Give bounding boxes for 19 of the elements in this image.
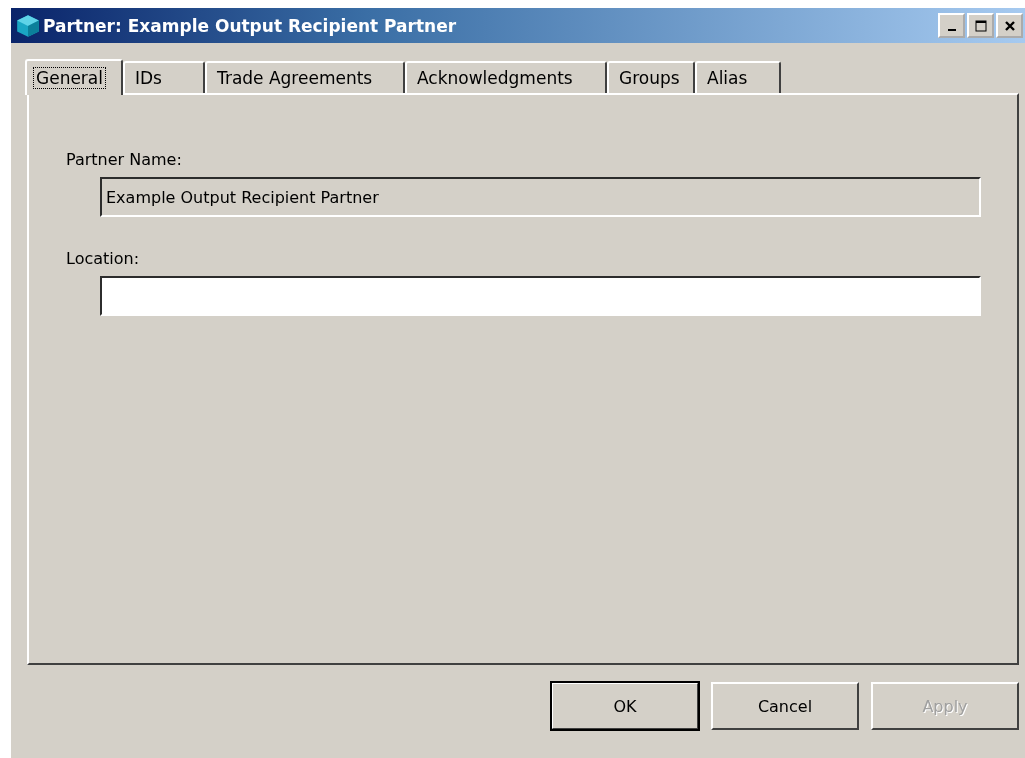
tab[interactable]: General (25, 59, 123, 95)
close-button[interactable] (996, 13, 1023, 38)
close-icon (1002, 18, 1017, 33)
window-title: Partner: Example Output Recipient Partner (43, 15, 457, 36)
tab[interactable]: Groups (607, 61, 695, 93)
tab[interactable]: Acknowledgments (405, 61, 607, 93)
field-label: Partner Name: (66, 150, 183, 169)
dialog-button[interactable]: OK (551, 682, 699, 730)
maximize-button[interactable] (967, 13, 994, 38)
tab[interactable]: Alias (695, 61, 781, 93)
maximize-icon (973, 18, 988, 33)
cube-icon (15, 12, 41, 39)
minimize-button[interactable] (938, 13, 965, 38)
tab[interactable]: IDs (123, 61, 205, 93)
text-field[interactable] (100, 276, 981, 316)
tab[interactable]: Trade Agreements (205, 61, 405, 93)
field-label: Location: (66, 249, 141, 268)
dialog-button[interactable]: Cancel (711, 682, 859, 730)
minimize-icon (947, 29, 956, 31)
